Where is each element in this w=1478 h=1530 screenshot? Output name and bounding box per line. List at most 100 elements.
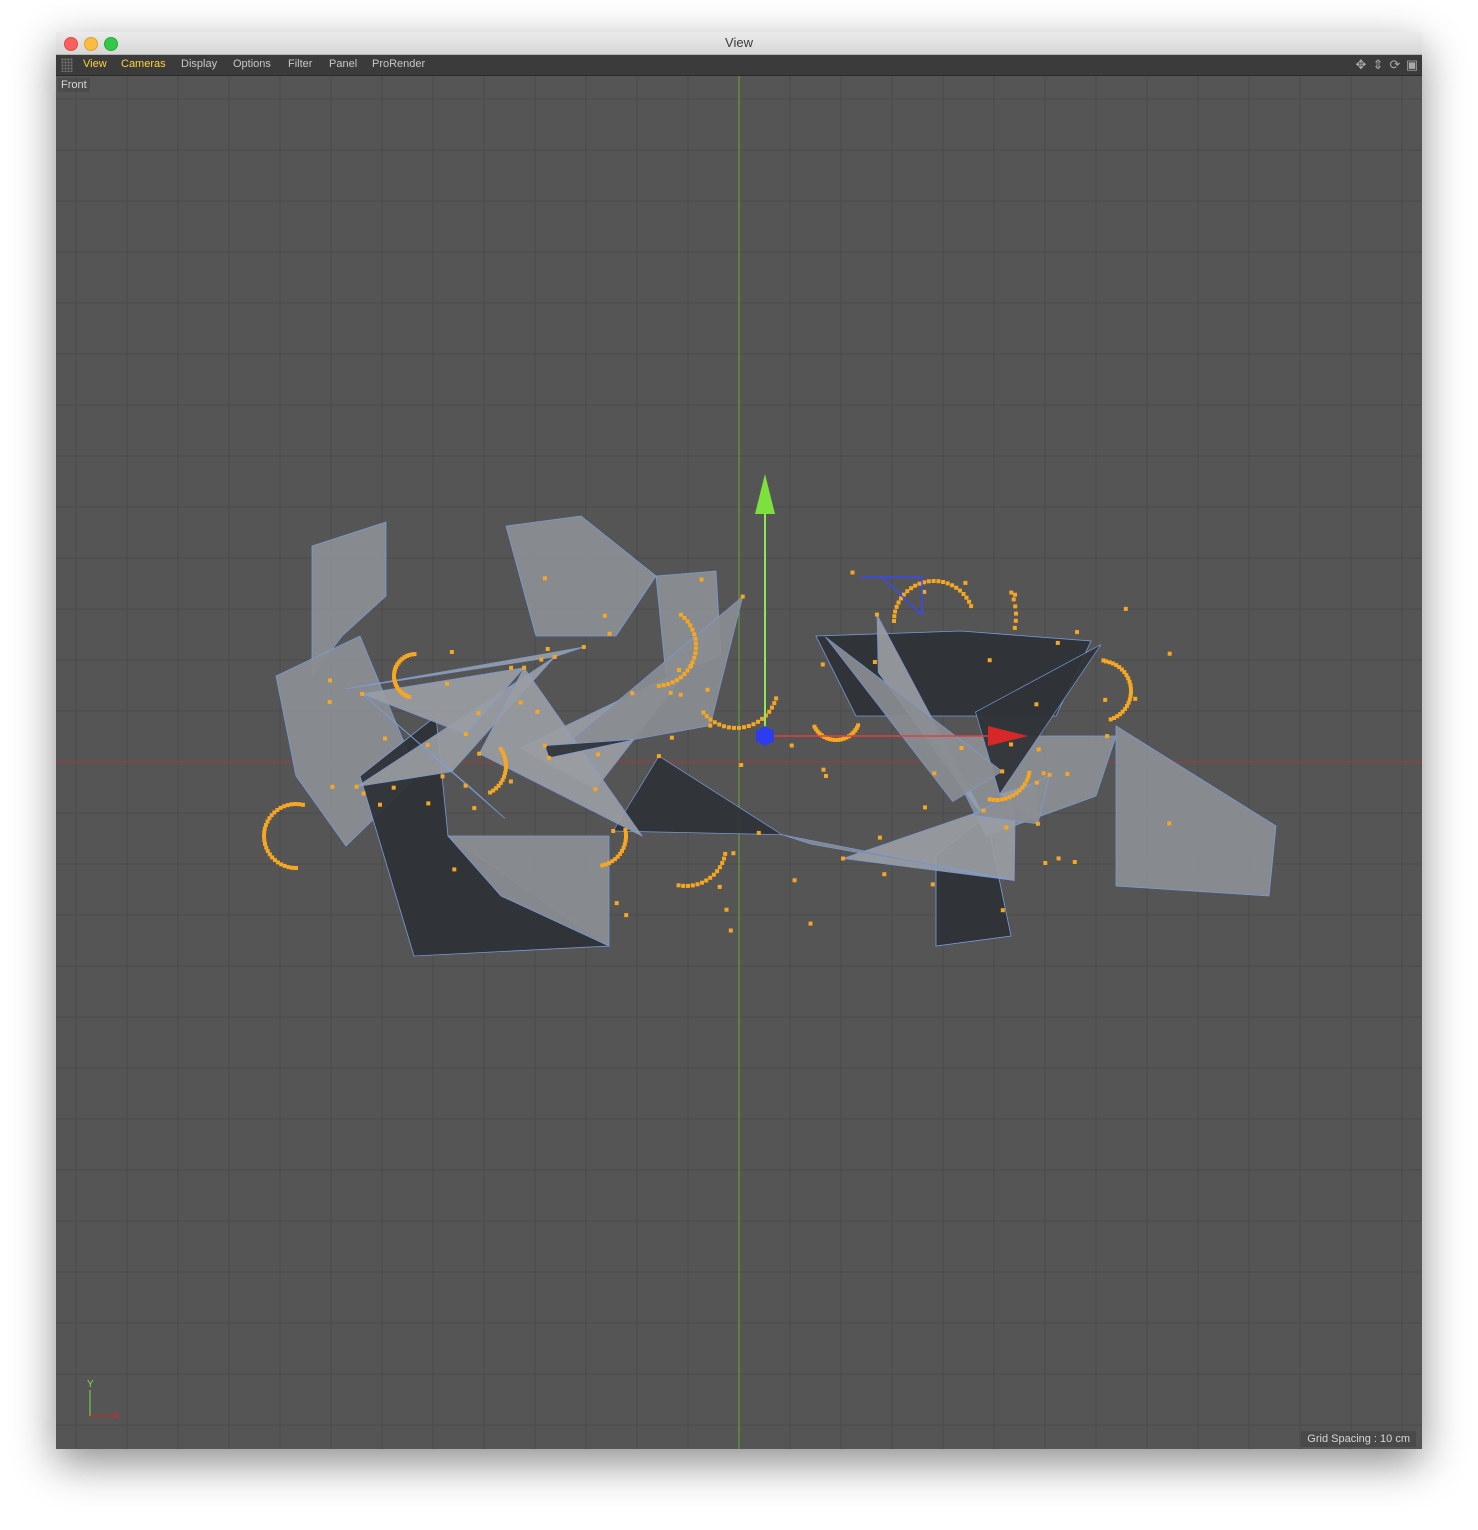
move-view-icon[interactable]: ✥ <box>1353 57 1369 73</box>
mesh-point <box>503 771 508 776</box>
mesh-point <box>518 700 523 705</box>
menu-view[interactable]: View <box>83 58 107 70</box>
mesh-point <box>995 798 1000 802</box>
mesh-point <box>477 751 482 756</box>
mesh-point <box>1041 771 1046 776</box>
mesh-point <box>602 613 607 618</box>
toggle-layout-icon[interactable]: ▣ <box>1404 57 1420 73</box>
mesh-point <box>692 655 697 660</box>
mesh-point <box>286 865 291 870</box>
viewport-navigation-tools: ✥ ⇕ ⟳ ▣ <box>1353 57 1420 73</box>
menu-cameras[interactable]: Cameras <box>121 58 166 70</box>
mesh-point <box>767 709 772 714</box>
mesh-point <box>991 797 996 802</box>
mesh-point <box>1105 734 1110 739</box>
mesh-point <box>760 716 765 721</box>
mesh-point <box>931 579 936 583</box>
mesh-point <box>731 851 736 856</box>
mesh-point <box>547 755 552 760</box>
view-window: View View Cameras Display Options Filter… <box>56 32 1422 1449</box>
mesh-point <box>821 767 826 772</box>
mesh-point <box>678 692 683 697</box>
mesh-point <box>1024 778 1029 783</box>
mesh-point <box>624 913 629 918</box>
mesh-point <box>1000 908 1005 913</box>
mesh-point <box>893 609 898 614</box>
mesh-point <box>717 884 722 889</box>
mesh-point <box>717 722 722 727</box>
mesh-point <box>1036 747 1041 752</box>
mesh-point <box>913 583 918 588</box>
z-axis-handle-icon[interactable] <box>756 726 774 746</box>
mesh-point <box>723 851 728 856</box>
mesh-point <box>693 651 698 656</box>
mesh-point <box>297 802 302 807</box>
y-axis-arrow-icon[interactable] <box>755 474 775 514</box>
mesh-point <box>690 627 695 632</box>
title-bar[interactable]: View <box>56 32 1422 55</box>
camera-name-label[interactable]: Front <box>58 78 90 92</box>
panel-grip-icon[interactable] <box>61 58 73 72</box>
mesh-point <box>1123 606 1128 611</box>
mesh-point <box>354 784 359 789</box>
mesh-point <box>717 865 722 870</box>
mesh-point <box>1103 697 1108 702</box>
mesh-point <box>503 756 508 761</box>
mesh-point <box>682 672 687 677</box>
mesh-point <box>756 719 760 724</box>
mesh-point <box>1128 686 1133 691</box>
mesh-shell <box>1115 725 1277 897</box>
mesh-point <box>774 696 779 701</box>
mesh-point <box>808 921 813 926</box>
mesh-point <box>1108 717 1113 722</box>
mesh-point <box>1128 693 1133 698</box>
mesh-point <box>1133 696 1138 701</box>
mesh-point <box>688 623 693 628</box>
menu-options[interactable]: Options <box>233 58 271 70</box>
mesh-point <box>1035 821 1040 826</box>
mesh-point <box>278 805 283 810</box>
mesh-point <box>981 808 986 813</box>
mesh-point <box>922 589 927 594</box>
mesh-point <box>875 612 879 617</box>
mesh-point <box>623 828 628 832</box>
mesh-point <box>682 615 687 620</box>
mesh-point <box>789 743 794 748</box>
mesh-point <box>503 760 508 765</box>
mesh-point <box>463 783 468 788</box>
mesh-point <box>724 907 729 912</box>
mesh-point <box>896 600 901 605</box>
rotate-view-icon[interactable]: ⟳ <box>1387 57 1403 73</box>
menu-filter[interactable]: Filter <box>288 58 312 70</box>
mesh-point <box>1034 702 1039 707</box>
menu-display[interactable]: Display <box>181 58 217 70</box>
mesh-point <box>699 577 704 582</box>
mesh-point <box>630 691 635 696</box>
mesh-point <box>262 826 267 831</box>
mesh-point <box>712 720 717 725</box>
mesh-point <box>1043 861 1048 865</box>
menu-panel[interactable]: Panel <box>329 58 357 70</box>
mesh-point <box>678 612 683 617</box>
mesh-point <box>445 681 450 686</box>
front-viewport[interactable]: Front Y X Grid Spacing : 10 cm <box>56 76 1422 1449</box>
mesh-point <box>504 764 508 768</box>
mesh-point <box>472 806 477 811</box>
mesh-point <box>1012 625 1017 630</box>
mesh-point <box>327 699 332 704</box>
mesh-point <box>1101 658 1106 663</box>
mesh-point <box>708 875 713 880</box>
zoom-view-icon[interactable]: ⇕ <box>1370 57 1386 73</box>
mesh-point <box>263 823 268 828</box>
mesh-point <box>693 636 698 641</box>
mesh-point <box>841 856 845 861</box>
mesh-point <box>708 717 713 722</box>
viewport-canvas[interactable] <box>56 76 1422 1449</box>
mesh-point <box>936 579 941 584</box>
mesh-point <box>330 784 335 789</box>
mesh-point <box>596 752 601 757</box>
mesh-point <box>552 654 557 659</box>
menu-prorender[interactable]: ProRender <box>372 58 425 70</box>
mesh-point <box>892 614 897 619</box>
mesh-point <box>661 683 666 688</box>
